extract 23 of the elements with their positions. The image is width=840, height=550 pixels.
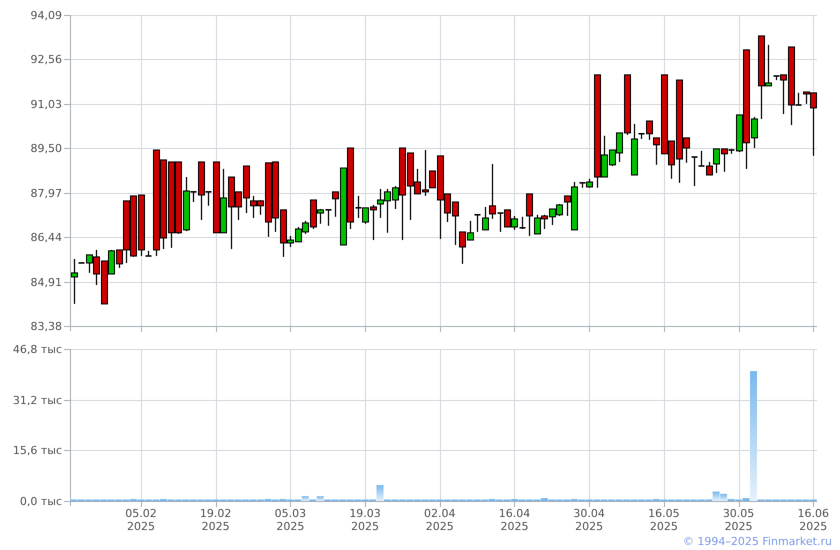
axis-label: 92,56	[30, 53, 62, 66]
axis-label: 30.05 2025	[722, 507, 754, 533]
axis-label: 87,97	[30, 187, 62, 200]
axis-label: 19.03 2025	[349, 507, 381, 533]
copyright-text: © 1994–2025 Finmarket.ru	[682, 535, 832, 550]
axis-label: 83,38	[30, 320, 62, 333]
axis-label: 84,91	[30, 276, 62, 289]
axis-label: 02.04 2025	[424, 507, 456, 533]
axis-label: 0,0 тыс	[20, 495, 62, 508]
axis-label: 94,09	[30, 9, 62, 22]
axis-label: 30.04 2025	[573, 507, 605, 533]
axis-label: 05.03 2025	[274, 507, 306, 533]
axis-label: 15,6 тыс	[12, 444, 62, 457]
axis-label: 16.04 2025	[498, 507, 530, 533]
axis-label: 19.02 2025	[200, 507, 232, 533]
axis-label: 16.05 2025	[648, 507, 680, 533]
axis-label: 89,50	[30, 142, 62, 155]
axis-label: 31,2 тыс	[12, 394, 62, 407]
axis-label: 16.06 2025	[798, 507, 830, 533]
axis-label: 91,03	[30, 98, 62, 111]
axis-label: 86,44	[30, 231, 62, 244]
axis-label: 46,8 тыс	[12, 343, 62, 356]
axis-label: 05.02 2025	[125, 507, 157, 533]
